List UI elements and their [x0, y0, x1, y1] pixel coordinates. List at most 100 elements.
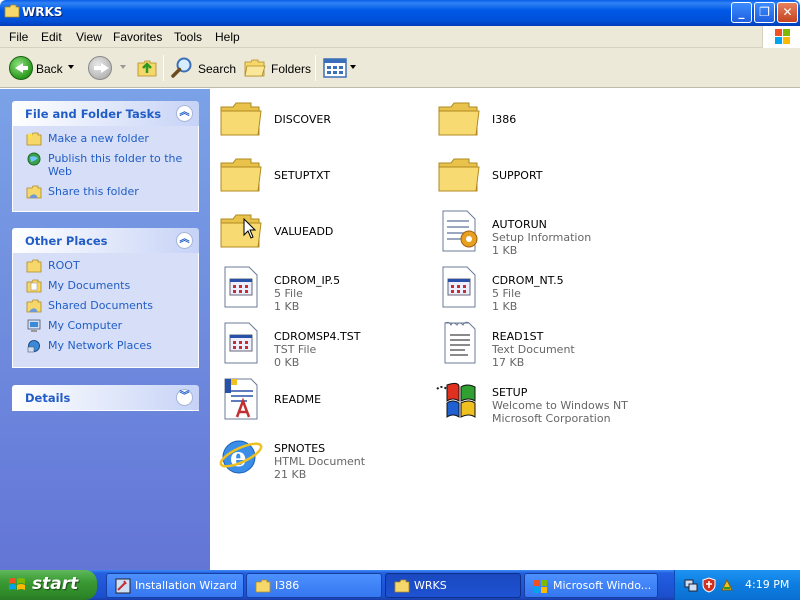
file-type: 5 File: [274, 287, 303, 300]
file-type: Setup Information: [492, 231, 592, 244]
taskbar-button-label: WRKS: [414, 579, 447, 592]
folder-icon: [394, 579, 410, 593]
clock[interactable]: 4:19 PM: [745, 578, 789, 591]
toolbar-separator: [163, 55, 164, 81]
panel-header[interactable]: File and Folder Tasks ︽: [12, 101, 199, 126]
file-name: SUPPORT: [492, 169, 543, 182]
file-name: CDROMSP4.TST: [274, 330, 361, 343]
file-name: DISCOVER: [274, 113, 331, 126]
file-item[interactable]: e SPNOTES HTML Document 21 KB: [217, 431, 427, 483]
back-dropdown-icon[interactable]: [68, 65, 74, 69]
file-item[interactable]: CDROMSP4.TST TST File 0 KB: [217, 319, 427, 371]
file-size: 21 KB: [274, 468, 307, 481]
panel-header[interactable]: Other Places ︽: [12, 228, 199, 253]
security-shield-icon[interactable]: [701, 577, 717, 593]
back-button[interactable]: Back: [36, 62, 63, 76]
file-name: README: [274, 393, 322, 406]
my-documents-icon: [26, 279, 42, 293]
taskbar-button-wrks[interactable]: WRKS: [385, 573, 521, 598]
views-dropdown-icon[interactable]: [350, 65, 356, 69]
search-button[interactable]: Search: [198, 62, 236, 76]
update-icon[interactable]: [719, 577, 735, 593]
menu-view[interactable]: View: [76, 30, 102, 44]
file-size: 1 KB: [274, 300, 300, 313]
folders-icon[interactable]: [243, 57, 267, 79]
place-my-documents[interactable]: My Documents: [13, 279, 198, 299]
taskbar-button-label: I386: [275, 579, 300, 592]
file-item[interactable]: README: [217, 375, 427, 427]
task-make-new-folder[interactable]: Make a new folder: [13, 132, 198, 146]
file-size: 17 KB: [492, 356, 525, 369]
file-item[interactable]: READ1ST Text Document 17 KB: [435, 319, 645, 371]
task-publish-web[interactable]: Publish this folder to the Web: [13, 152, 198, 178]
collapse-icon[interactable]: ︽: [176, 105, 193, 122]
panel-header[interactable]: Details ︾: [12, 385, 199, 410]
taskbar-button-installation-wizard[interactable]: Installation Wizard: [106, 573, 244, 598]
file-type: HTML Document: [274, 455, 366, 468]
menu-favorites[interactable]: Favorites: [113, 30, 162, 44]
taskbar: start Installation Wizard I386 WRKS Micr…: [0, 570, 800, 600]
file-item[interactable]: SETUPTXT: [217, 151, 427, 203]
maximize-button[interactable]: ❐: [754, 2, 775, 23]
place-my-computer[interactable]: My Computer: [13, 319, 198, 339]
forward-dropdown-icon[interactable]: [120, 65, 126, 69]
task-share-folder[interactable]: Share this folder: [13, 185, 198, 199]
file-size: 1 KB: [492, 244, 518, 257]
file-size: 1 KB: [492, 300, 518, 313]
file-item[interactable]: CDROM_NT.5 5 File 1 KB: [435, 263, 645, 315]
back-arrow-icon[interactable]: [9, 56, 33, 80]
menu-tools[interactable]: Tools: [174, 30, 202, 44]
title-bar[interactable]: WRKS _ ❐ ✕: [0, 0, 800, 26]
taskbar-button-i386[interactable]: I386: [246, 573, 382, 598]
file-name: CDROM_IP.5: [274, 274, 341, 287]
wordpad-document-icon: [224, 378, 258, 420]
search-icon[interactable]: [170, 56, 194, 80]
close-button[interactable]: ✕: [777, 2, 798, 23]
place-root[interactable]: ROOT: [13, 259, 198, 279]
file-company: Microsoft Corporation: [492, 412, 611, 425]
expand-icon[interactable]: ︾: [176, 389, 193, 406]
folder-icon: [220, 102, 262, 136]
forward-button[interactable]: [88, 56, 112, 80]
place-my-network-places[interactable]: My Network Places: [13, 339, 198, 359]
file-item[interactable]: I386: [435, 95, 645, 147]
file-name: CDROM_NT.5: [492, 274, 564, 287]
folder-icon: [220, 214, 262, 248]
system-tray: 4:19 PM: [674, 570, 800, 600]
collapse-icon[interactable]: ︽: [176, 232, 193, 249]
file-type: Welcome to Windows NT: [492, 399, 628, 412]
network-places-icon: [27, 340, 40, 353]
folder-icon: [26, 259, 42, 273]
views-icon[interactable]: [323, 58, 347, 78]
file-name: READ1ST: [492, 330, 544, 343]
file-item[interactable]: DISCOVER: [217, 95, 427, 147]
start-button[interactable]: start: [0, 570, 97, 600]
file-item[interactable]: CDROM_IP.5 5 File 1 KB: [217, 263, 427, 315]
menu-file[interactable]: File: [9, 30, 28, 44]
toolbar: Back Search Folders: [0, 48, 800, 88]
place-label: Shared Documents: [48, 299, 153, 312]
file-type: TST File: [274, 343, 317, 356]
folder-icon: [438, 158, 480, 192]
generic-file-icon: [442, 266, 476, 308]
up-folder-icon[interactable]: [136, 56, 158, 78]
taskbar-button-microsoft-windows[interactable]: Microsoft Windo...: [524, 573, 658, 598]
file-item[interactable]: SUPPORT: [435, 151, 645, 203]
file-name: SETUP: [492, 386, 528, 399]
new-folder-icon: [26, 132, 42, 146]
file-size: 0 KB: [274, 356, 300, 369]
menu-help[interactable]: Help: [215, 30, 240, 44]
file-list: DISCOVER I386 SETUPTXT SUPPORT VALUEADD …: [210, 89, 800, 570]
menu-edit[interactable]: Edit: [41, 30, 62, 44]
place-label: My Documents: [48, 279, 131, 292]
file-item[interactable]: SETUP Welcome to Windows NT Microsoft Co…: [435, 375, 645, 427]
file-type: Text Document: [492, 343, 575, 356]
mouse-cursor-icon: [243, 218, 257, 239]
shared-documents-icon: [26, 299, 42, 313]
minimize-button[interactable]: _: [731, 2, 752, 23]
windows-setup-icon: [436, 382, 476, 418]
folders-button[interactable]: Folders: [271, 62, 311, 76]
place-shared-documents[interactable]: Shared Documents: [13, 299, 198, 319]
network-icon[interactable]: [683, 577, 699, 593]
file-item[interactable]: AUTORUN Setup Information 1 KB: [435, 207, 645, 259]
